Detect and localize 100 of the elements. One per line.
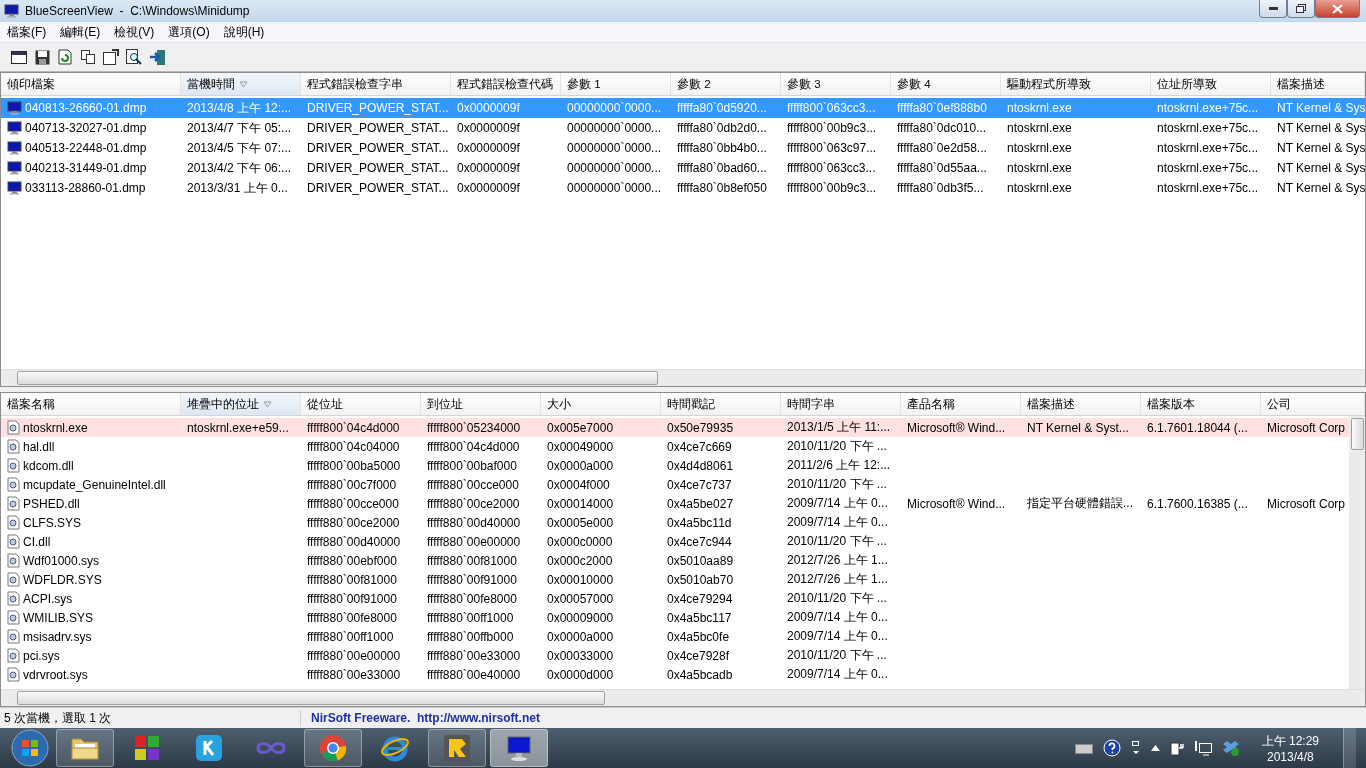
k-logo-icon[interactable] — [195, 734, 223, 762]
table-row[interactable]: 040213-31449-01.dmp 2013/4/2 下午 06:... DRIVER_POWER_STAT... 0x0000009f 00000000`0000... fffffa80`0bad60... fffff800`063cc3... fffffa80`0d55aa... ntoskrnl.exe ntoskrnl.exe+75c... NT Kernel & Sys — [1, 158, 1365, 178]
table-row[interactable]: WDFLDR.SYS fffff880`00f81000 fffff880`00f91000 0x00010000 0x5010ab70 2012/7/26 上午 1... — [1, 570, 1349, 589]
column-header[interactable]: 位址所導致 — [1151, 73, 1271, 95]
table-cell: 040813-26660-01.dmp — [25, 101, 147, 115]
table-cell: ntoskrnl.exe+75c... — [1157, 121, 1259, 135]
folder-icon[interactable] — [70, 735, 100, 761]
monitor-icon — [7, 181, 22, 195]
table-cell: fffff880`00ce2000 — [307, 515, 400, 530]
table-cell: 2012/7/26 上午 1... — [787, 552, 888, 569]
table-cell: ntoskrnl.exe — [1007, 181, 1072, 195]
table-cell: ntoskrnl.exe — [1007, 101, 1072, 115]
table-row[interactable]: mcupdate_GenuineIntel.dll fffff880`00c7f000 fffff880`00cce000 0x0004f000 0x4ce7c737 2010/11/20 下午 ... — [1, 475, 1349, 494]
tiles-icon[interactable] — [133, 734, 161, 762]
table-cell: fffffa80`0b8ef050 — [677, 181, 767, 195]
menu-item[interactable]: 選項(O) — [161, 23, 217, 41]
close-button[interactable] — [1315, 0, 1360, 18]
column-header[interactable]: 到位址 — [421, 393, 541, 415]
column-header[interactable]: 驅動程式所導致 — [1001, 73, 1151, 95]
column-header[interactable]: 時間字串 — [781, 393, 901, 415]
table-cell: 00000000`0000... — [567, 161, 662, 175]
table-cell: 2013/1/5 上午 11:... — [787, 419, 891, 436]
column-header[interactable]: 大小 — [541, 393, 661, 415]
column-header[interactable]: 堆疊中的位址 — [181, 393, 301, 415]
column-header[interactable]: 檔案描述 — [1021, 393, 1141, 415]
exit-icon[interactable] — [148, 48, 166, 66]
table-cell: hal.dll — [23, 439, 55, 454]
table-row[interactable]: kdcom.dll fffff800`00ba5000 fffff800`00baf000 0x0000a000 0x4d4d8061 2011/2/6 上午 12:... — [1, 456, 1349, 475]
menu-item[interactable]: 檢視(V) — [107, 23, 162, 41]
column-header[interactable]: 當機時間 — [181, 73, 301, 95]
table-cell: 0x000c2000 — [547, 553, 613, 568]
search-icon[interactable] — [125, 48, 143, 66]
start-button[interactable] — [11, 729, 49, 767]
table-cell: 0x0000d000 — [547, 667, 614, 682]
column-header[interactable]: 從位址 — [301, 393, 421, 415]
table-row[interactable]: hal.dll fffff800`04c04000 fffff800`04c4d000 0x00049000 0x4ce7c669 2010/11/20 下午 ... — [1, 437, 1349, 456]
minimize-button[interactable] — [1259, 0, 1287, 18]
table-row[interactable]: 040513-22448-01.dmp 2013/4/5 下午 07:... DRIVER_POWER_STAT... 0x0000009f 00000000`0000... fffffa80`0bb4b0... fffff800`063c97... fffffa80`0e2d58... ntoskrnl.exe ntoskrnl.exe+75c... NT Kernel & Sys — [1, 138, 1365, 158]
table-cell: Microsoft Corp — [1267, 420, 1346, 435]
table-cell: 2013/4/8 上午 12:... — [187, 99, 292, 117]
table-row[interactable]: CI.dll fffff880`00d40000 fffff880`00e00000 0x000c0000 0x4ce7c944 2010/11/20 下午 ... — [1, 532, 1349, 551]
horizontal-scrollbar[interactable] — [1, 689, 1365, 706]
column-header[interactable]: 檔案描述 — [1271, 73, 1365, 95]
monitor-icon[interactable] — [505, 734, 533, 762]
table-cell: 0x00033000 — [547, 648, 614, 663]
save-icon[interactable] — [33, 48, 51, 66]
table-row[interactable]: msisadrv.sys fffff880`00ff1000 fffff880`00ffb000 0x0000a000 0x4a5bc0fe 2009/7/14 上午 0... — [1, 627, 1349, 646]
clock-time[interactable]: 上午 12:29 — [1261, 732, 1319, 750]
column-header[interactable]: 程式錯誤檢查代碼 — [451, 73, 561, 95]
menu-item[interactable]: 說明(H) — [216, 23, 272, 41]
restore-button[interactable] — [1287, 0, 1315, 18]
table-row[interactable]: PSHED.dll fffff880`00cce000 fffff880`00ce2000 0x00014000 0x4a5be027 2009/7/14 上午 0... Microsoft® Wind... 指定平台硬體錯誤... 6.1.7600.16385 (... Microsoft Corp — [1, 494, 1349, 513]
letter-logo-icon[interactable] — [443, 734, 471, 762]
table-row[interactable]: CLFS.SYS fffff880`00ce2000 fffff880`00d40000 0x0005e000 0x4a5bc11d 2009/7/14 上午 0... — [1, 513, 1349, 532]
column-header[interactable]: 公司 — [1261, 393, 1365, 415]
table-cell: 0x4a5bc11d — [667, 515, 732, 530]
website-link[interactable]: NirSoft Freeware. http://www.nirsoft.net — [301, 711, 540, 725]
copy-icon[interactable] — [79, 48, 97, 66]
column-header[interactable]: 參數 4 — [891, 73, 1001, 95]
network-icon[interactable] — [1193, 740, 1212, 756]
column-header[interactable]: 參數 3 — [781, 73, 891, 95]
table-cell: DRIVER_POWER_STAT... — [307, 161, 449, 175]
table-row[interactable]: ACPI.sys fffff880`00f91000 fffff880`00fe8000 0x00057000 0x4ce79294 2010/11/20 下午 ... — [1, 589, 1349, 608]
table-row[interactable]: 040713-32027-01.dmp 2013/4/7 下午 05:... DRIVER_POWER_STAT... 0x0000009f 00000000`0000... fffffa80`0db2d0... fffff800`00b9c3... fffffa80`0dc010... ntoskrnl.exe ntoskrnl.exe+75c... NT Kernel & Sys — [1, 118, 1365, 138]
table-row[interactable]: pci.sys fffff880`00e00000 fffff880`00e33000 0x00033000 0x4ce7928f 2010/11/20 下午 ... — [1, 646, 1349, 665]
column-header[interactable]: 參數 2 — [671, 73, 781, 95]
table-row[interactable]: 033113-28860-01.dmp 2013/3/31 上午 0... DRIVER_POWER_STAT... 0x0000009f 00000000`0000... fffffa80`0b8ef050 fffff800`00b9c3... fffffa80`0db3f5... ntoskrnl.exe ntoskrnl.exe+75c... NT Kernel & Sys — [1, 178, 1365, 198]
table-cell: fffff880`00fe8000 — [307, 610, 397, 625]
horizontal-scrollbar[interactable] — [1, 369, 1365, 386]
refresh-icon[interactable] — [56, 48, 74, 66]
table-row[interactable]: WMILIB.SYS fffff880`00fe8000 fffff880`00ff1000 0x00009000 0x4a5bc117 2009/7/14 上午 0... — [1, 608, 1349, 627]
properties-icon[interactable] — [102, 48, 120, 66]
browser-icon[interactable] — [319, 734, 347, 762]
table-row[interactable]: vdrvroot.sys fffff880`00e33000 fffff880`00e40000 0x0000d000 0x4a5bcadb 2009/7/14 上午 0... — [1, 665, 1349, 684]
column-header[interactable]: 程式錯誤檢查字串 — [301, 73, 451, 95]
table-row[interactable]: ntoskrnl.exe ntoskrnl.exe+e59... fffff800`04c4d000 fffff800`05234000 0x005e7000 0x50e79935 2013/1/5 上午 11:... Microsoft® Wind... NT Kernel & Syst... 6.1.7601.18044 (... Microsoft Corp — [1, 418, 1349, 437]
table-cell: 0x0000009f — [457, 181, 520, 195]
help-icon[interactable] — [1102, 739, 1121, 757]
show-hidden-icons-icon[interactable] — [1150, 745, 1160, 751]
monitor-icon — [7, 121, 22, 135]
column-header[interactable]: 時間戳記 — [661, 393, 781, 415]
column-header[interactable]: 產品名稱 — [901, 393, 1021, 415]
menu-item[interactable]: 檔案(F) — [0, 23, 54, 41]
table-cell: 0x4ce7c669 — [667, 439, 732, 454]
window-switch-icon[interactable] — [1130, 740, 1141, 756]
status-text: 5 次當機，選取 1 次 — [0, 709, 301, 727]
clock-date[interactable]: 2013/4/8 — [1266, 749, 1314, 764]
e-logo-icon[interactable] — [380, 734, 410, 762]
table-cell: fffffa80`0db2d0... — [677, 121, 767, 135]
keyboard-icon[interactable] — [1074, 742, 1093, 754]
table-cell: ntoskrnl.exe+75c... — [1157, 141, 1259, 155]
menu-item[interactable]: 編輯(E) — [53, 23, 108, 41]
table-cell: 00000000`0000... — [567, 181, 662, 195]
table-cell: 0x0000009f — [457, 121, 520, 135]
window-icon[interactable] — [10, 48, 28, 66]
column-header[interactable]: 參數 1 — [561, 73, 671, 95]
column-header[interactable]: 檔案版本 — [1141, 393, 1261, 415]
vertical-scrollbar[interactable] — [1349, 416, 1365, 689]
table-row[interactable]: Wdf01000.sys fffff880`00ebf000 fffff880`00f81000 0x000c2000 0x5010aa89 2012/7/26 上午 1... — [1, 551, 1349, 570]
show-desktop-button[interactable] — [1343, 728, 1356, 768]
